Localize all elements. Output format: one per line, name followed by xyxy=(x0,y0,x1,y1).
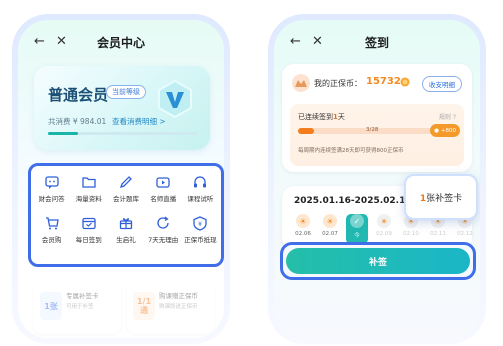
streak-reward-badge: ● +800 xyxy=(430,124,460,137)
feature-item[interactable]: ¥ 正保币抵现 xyxy=(182,215,219,244)
total-spend: 共消费 ¥ 984.01 xyxy=(48,117,107,126)
streak-count: 3/28 xyxy=(366,127,379,133)
live-icon xyxy=(156,177,170,188)
calendar-date: 02.06 xyxy=(295,231,311,237)
promo-subtitle: 购课即送正保币 xyxy=(159,304,198,310)
feature-grid: 财会问答 海量资料 会计题库 名师直播 课程试听会员购 每日签到 生启礼 7天无理由 ¥ 正保币抵… xyxy=(33,174,219,244)
sign-in-phone: ← ✕ 签到 我的正保币： 15732 收支明细 已连续签到1天 规则 ? 3/… xyxy=(268,14,486,344)
promo-card-coins[interactable]: 1/1通 购课赠正保币 购课即送正保币 xyxy=(127,282,214,334)
coin-icon xyxy=(400,77,410,87)
back-arrow-icon[interactable]: ← xyxy=(290,32,301,52)
close-icon[interactable]: ✕ xyxy=(56,32,67,52)
chat-icon xyxy=(44,176,59,189)
supplement-button-highlight: 补签 xyxy=(280,242,476,280)
sun-icon: ☀ xyxy=(377,214,391,228)
feature-label: 财会问答 xyxy=(38,195,65,203)
streak-text: 已连续签到1天 xyxy=(298,113,345,121)
member-center-screen: ← ✕ 会员中心 普通会员 当前等级 共消费 ¥ 984.01 查看消费明细 >… xyxy=(18,20,224,338)
coin-label: 我的正保币： xyxy=(314,79,362,88)
promo-title: 专属补签卡 xyxy=(66,292,99,300)
supplement-sign-button[interactable]: 补签 xyxy=(286,248,470,274)
feature-item[interactable]: 会员购 xyxy=(33,215,70,244)
sun-icon: ☀ xyxy=(296,214,310,228)
feature-label: 正保币抵现 xyxy=(184,236,217,244)
promo-card-supplement[interactable]: 1张 专属补签卡 可用于补签 xyxy=(34,282,121,334)
page-title: 会员中心 xyxy=(96,35,145,50)
promo-subtitle: 可用于补签 xyxy=(66,304,94,310)
calendar-day[interactable]: ☀ 02.06 xyxy=(292,214,314,244)
coin-detail-button[interactable]: 收支明细 xyxy=(422,76,462,92)
feature-label: 海量资料 xyxy=(75,195,102,203)
gift-icon xyxy=(119,218,133,230)
streak-progress-fill xyxy=(298,128,314,134)
date-range: 2025.01.16-2025.02.12 xyxy=(294,196,412,206)
folder-icon xyxy=(82,177,96,188)
sign-in-screen: ← ✕ 签到 我的正保币： 15732 收支明细 已连续签到1天 规则 ? 3/… xyxy=(274,20,480,338)
promo-badge: 1张 xyxy=(40,292,62,320)
feature-label: 会员购 xyxy=(41,236,62,244)
member-level: 普通会员 xyxy=(48,86,109,104)
calendar-day[interactable]: ✓ 今 xyxy=(346,214,368,244)
page-title: 签到 xyxy=(364,35,389,50)
refresh-icon xyxy=(157,216,169,229)
current-level-badge: 当前等级 xyxy=(106,85,146,99)
feature-label: 会计题库 xyxy=(112,195,139,203)
feature-label: 生启礼 xyxy=(116,236,136,244)
coin-balance: 15732 xyxy=(366,76,401,87)
svg-text:¥: ¥ xyxy=(198,221,202,228)
feature-item[interactable]: 课程试听 xyxy=(182,174,219,203)
showcase-stage: ← ✕ 会员中心 普通会员 当前等级 共消费 ¥ 984.01 查看消费明细 >… xyxy=(0,0,503,346)
feature-item[interactable]: 每日签到 xyxy=(70,215,107,244)
sign-in-navbar: ← ✕ 签到 xyxy=(274,30,480,54)
close-icon[interactable]: ✕ xyxy=(312,32,323,52)
coin-icon: ¥ xyxy=(193,216,208,231)
feature-item[interactable]: 会计题库 xyxy=(107,174,144,203)
coin-icon: ● xyxy=(434,127,439,134)
promo-badge: 1/1通 xyxy=(133,292,155,320)
member-progress-fill xyxy=(48,132,78,135)
calendar-date: 02.11 xyxy=(430,231,446,237)
calendar-day[interactable]: ☀ 02.09 xyxy=(373,214,395,244)
feature-item[interactable]: 7天无理由 xyxy=(145,215,182,244)
spend-detail-link[interactable]: 查看消费明细 > xyxy=(112,116,166,127)
calendar-day[interactable]: ☀ 02.07 xyxy=(319,214,341,244)
feature-item[interactable]: 生启礼 xyxy=(107,215,144,244)
calendar-date: 02.10 xyxy=(403,231,419,237)
sun-icon: ☀ xyxy=(323,214,337,228)
feature-label: 课程试听 xyxy=(187,195,214,203)
calendar-date: 02.12 xyxy=(457,231,473,237)
check-icon: ✓ xyxy=(350,214,364,228)
headphones-icon xyxy=(194,176,207,188)
streak-note: 每周期内连续签满28天即可获得800正保币 xyxy=(298,148,404,154)
feature-item[interactable]: 财会问答 xyxy=(33,174,70,203)
supplement-card-callout: 1张补签卡 xyxy=(404,174,478,220)
calendar-icon xyxy=(82,217,96,230)
feature-label: 每日签到 xyxy=(75,236,102,244)
pencil-icon xyxy=(119,176,132,189)
feature-label: 7天无理由 xyxy=(148,236,179,244)
calendar-date: 02.07 xyxy=(322,231,338,237)
feature-label: 名师直播 xyxy=(150,195,177,203)
feature-grid-highlight: 财会问答 海量资料 会计题库 名师直播 课程试听会员购 每日签到 生启礼 7天无理由 ¥ 正保币抵… xyxy=(28,163,224,267)
member-progress-track xyxy=(48,132,198,135)
streak-panel: 已连续签到1天 规则 ? 3/28 ● +800 每周期内连续签满28天即可获得8… xyxy=(290,104,464,166)
member-center-navbar: ← ✕ 会员中心 xyxy=(18,30,224,54)
cart-icon xyxy=(45,217,59,230)
feature-item[interactable]: 名师直播 xyxy=(145,174,182,203)
avatar xyxy=(292,74,310,92)
promo-title: 购课赠正保币 xyxy=(159,292,198,300)
rules-link[interactable]: 规则 ? xyxy=(439,112,456,121)
member-center-phone: ← ✕ 会员中心 普通会员 当前等级 共消费 ¥ 984.01 查看消费明细 >… xyxy=(12,14,230,344)
vip-v-icon xyxy=(158,79,192,119)
supplement-card-text: 1张补签卡 xyxy=(419,193,463,204)
calendar-date: 今 xyxy=(354,233,360,239)
feature-item[interactable]: 海量资料 xyxy=(70,174,107,203)
promo-row: 1张 专属补签卡 可用于补签 1/1通 购课赠正保币 购课即送正保币 xyxy=(34,282,214,334)
calendar-date: 02.09 xyxy=(376,231,392,237)
coin-card: 我的正保币： 15732 收支明细 已连续签到1天 规则 ? 3/28 ● +80… xyxy=(282,64,472,172)
back-arrow-icon[interactable]: ← xyxy=(34,32,45,52)
member-level-card: 普通会员 当前等级 共消费 ¥ 984.01 查看消费明细 > xyxy=(34,66,210,150)
